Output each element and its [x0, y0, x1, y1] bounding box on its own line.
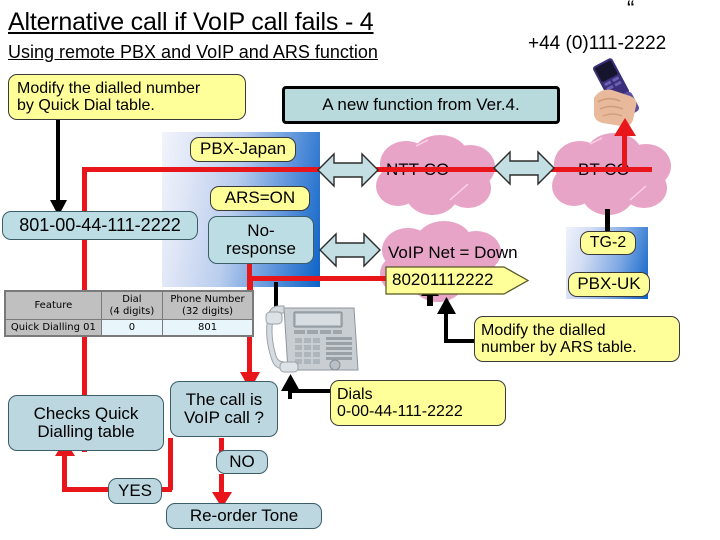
quick-dialling-table: Feature Dial (4 digits) Phone Number (32…	[4, 290, 254, 337]
double-arrow-japan-ntt-icon	[317, 150, 379, 190]
flow-checks-quick-dialling: Checks Quick Dialling table	[8, 395, 164, 451]
remote-phone-number: +44 (0)111-2222	[528, 33, 667, 54]
node-ars-on: ARS=ON	[210, 186, 310, 211]
node-pbx-japan-label: PBX-Japan	[200, 139, 286, 159]
mobile-phone-in-hand-icon	[576, 54, 668, 127]
table-header-dial-line2: (4 digits)	[109, 305, 155, 317]
node-dialled-number-label: 801-00-44-111-2222	[19, 214, 181, 235]
table-header-feature: Feature	[4, 290, 102, 320]
table-header-number-line1: Phone Number	[170, 294, 245, 305]
callout-modify-quick-dial: Modify the dialled number by Quick Dial …	[8, 74, 246, 120]
yes-to-checks-riser	[62, 452, 67, 490]
table-cell-dial: 0	[100, 319, 164, 337]
flow-label-no: NO	[216, 450, 268, 474]
cloud-voip-net-label: VoIP Net = Down	[388, 243, 518, 262]
node-voip-number-banner: 80201112222	[385, 266, 530, 295]
table-header-row: Feature Dial (4 digits) Phone Number (32…	[4, 290, 254, 320]
table-cell-feature: Quick Dialling 01	[4, 319, 102, 337]
node-ars-on-label: ARS=ON	[224, 188, 296, 208]
decision-yes-riser	[168, 438, 173, 490]
node-pbx-uk-label: PBX-UK	[577, 274, 641, 294]
flow-checks-line2: Dialling table	[37, 422, 135, 441]
desk-telephone-icon	[262, 288, 362, 378]
node-tg2: TG-2	[580, 231, 636, 255]
node-dialled-number: 801-00-44-111-2222	[2, 211, 198, 240]
callout-new-function: A new function from Ver.4.	[282, 86, 560, 124]
bt-co-to-pbx-uk-line	[605, 209, 610, 231]
page-subtitle: Using remote PBX and VoIP and ARS functi…	[8, 42, 378, 62]
ars-callout-riser	[444, 313, 448, 343]
table-header-dial-line1: Dial	[122, 294, 142, 305]
callout-dials: Dials 0-00-44-111-2222	[330, 380, 506, 426]
callout-modify-ars: Modify the dialled number by ARS table.	[474, 316, 680, 362]
double-arrow-japan-voip-icon	[319, 230, 381, 270]
callout-dials-line2: 0-00-44-111-2222	[337, 403, 463, 420]
node-no-response-line2: response	[226, 239, 296, 258]
node-pbx-japan: PBX-Japan	[190, 137, 296, 162]
quick-dialling-table-wrapper: Feature Dial (4 digits) Phone Number (32…	[4, 290, 254, 337]
callout-modify-quick-dial-line1: Modify the dialled number	[17, 79, 201, 97]
voip-banner-feed-line	[248, 276, 398, 281]
bt-co-to-mobile-arrowhead	[614, 118, 636, 136]
callout-modify-quick-dial-line2: by Quick Dial table.	[17, 97, 155, 114]
flow-decision-voip-call: The call is VoIP call ?	[170, 381, 278, 437]
flow-label-yes-text: YES	[117, 480, 153, 500]
table-cell-number: 801	[162, 319, 254, 337]
double-arrow-ntt-bt-icon	[493, 148, 555, 188]
quote-mark: “	[627, 0, 635, 21]
table-header-number: Phone Number (32 digits)	[162, 290, 254, 320]
bt-co-to-mobile-line	[622, 132, 627, 172]
quick-dial-down-line	[56, 120, 60, 212]
flow-label-yes: YES	[108, 478, 162, 504]
node-no-response: No- response	[208, 216, 314, 264]
table-header-number-line2: (32 digits)	[181, 305, 234, 317]
callout-dials-line1: Dials	[337, 385, 373, 403]
page-title: Alternative call if VoIP call fails - 4	[8, 8, 374, 36]
slide-canvas: Alternative call if VoIP call fails - 4 …	[0, 0, 720, 540]
node-tg2-label: TG-2	[589, 234, 627, 252]
flow-decision-line1: The call is	[185, 389, 263, 409]
node-no-response-line1: No-	[247, 220, 275, 240]
callout-new-function-label: A new function from Ver.4.	[322, 95, 520, 114]
node-voip-number-label: 80201112222	[392, 270, 494, 289]
flow-decision-line2: VoIP call ?	[183, 408, 265, 427]
flow-label-no-text: NO	[229, 451, 255, 471]
table-header-feature-line1: Feature	[34, 299, 73, 311]
callout-modify-ars-line1: Modify the dialled	[481, 321, 606, 339]
callout-modify-ars-line2: number by ARS table.	[481, 339, 637, 356]
flow-reorder-tone: Re-order Tone	[166, 503, 322, 529]
table-header-dial: Dial (4 digits)	[100, 290, 164, 320]
flow-reorder-tone-text: Re-order Tone	[189, 505, 299, 525]
ars-callout-arrowhead	[437, 297, 456, 314]
table-row: Quick Dialling 01 0 801	[4, 319, 254, 337]
node-pbx-uk: PBX-UK	[568, 272, 650, 297]
flow-checks-line1: Checks Quick	[33, 403, 139, 423]
